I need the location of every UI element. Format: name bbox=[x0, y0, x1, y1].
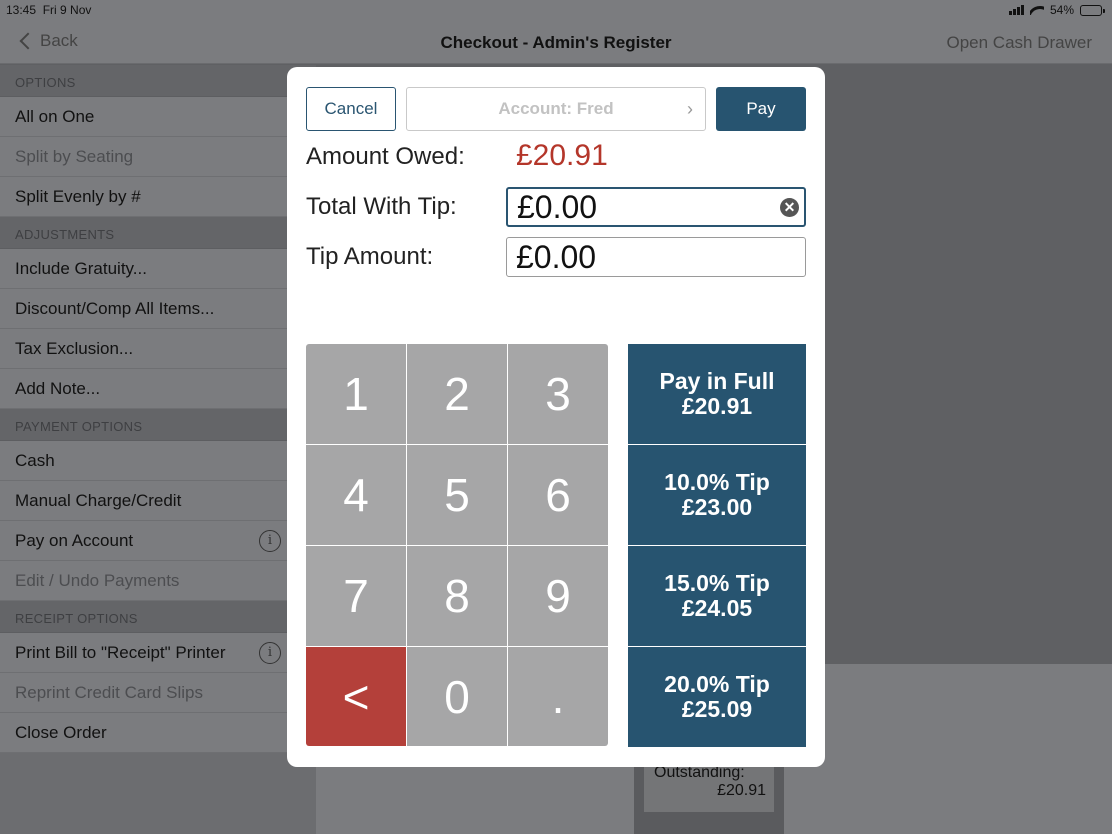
sidebar-item-all-on-one[interactable]: All on One bbox=[0, 97, 316, 137]
sidebar-item-pay-on-account[interactable]: Pay on Account i bbox=[0, 521, 316, 561]
account-label: Account: Fred bbox=[498, 99, 614, 118]
sidebar-item-tax-exclusion[interactable]: Tax Exclusion... bbox=[0, 329, 316, 369]
sidebar-item-label: Cash bbox=[15, 451, 55, 470]
tip-amount-value: £0.00 bbox=[516, 239, 597, 275]
sidebar-item-print-bill-to-receipt-printer[interactable]: Print Bill to "Receipt" Printer i bbox=[0, 633, 316, 673]
sidebar-item-cash[interactable]: Cash bbox=[0, 441, 316, 481]
quick-button-title: 15.0% Tip bbox=[664, 570, 770, 596]
keypad-key-3[interactable]: 3 bbox=[508, 344, 608, 444]
sidebar-item-close-order[interactable]: Close Order bbox=[0, 713, 316, 753]
20-0-tip-button[interactable]: 20.0% Tip £25.09 bbox=[628, 647, 806, 747]
clear-icon[interactable]: ✕ bbox=[780, 198, 799, 217]
sidebar-item-label: Manual Charge/Credit bbox=[15, 491, 182, 510]
cellular-signal-icon bbox=[1008, 5, 1024, 15]
total-with-tip-field[interactable]: £0.00 ✕ bbox=[506, 187, 806, 227]
sidebar-item-label: All on One bbox=[15, 107, 95, 126]
quick-button-title: 10.0% Tip bbox=[664, 469, 770, 495]
keypad-key-6[interactable]: 6 bbox=[508, 445, 608, 545]
keypad-key-5[interactable]: 5 bbox=[407, 445, 507, 545]
sidebar-item-label: Tax Exclusion... bbox=[15, 339, 134, 358]
keypad-key-2[interactable]: 2 bbox=[407, 344, 507, 444]
status-time-date: 13:45 Fri 9 Nov bbox=[6, 3, 91, 17]
status-date: Fri 9 Nov bbox=[42, 3, 92, 17]
section-header: ADJUSTMENTS bbox=[0, 217, 316, 249]
sidebar-item-split-by-seating: Split by Seating bbox=[0, 137, 316, 177]
page-title: Checkout - Admin's Register bbox=[440, 33, 672, 52]
sidebar-item-label: Split Evenly by # bbox=[15, 187, 141, 206]
quick-button-amount: £20.91 bbox=[681, 393, 753, 419]
outstanding-box: Outstanding: £20.91 bbox=[644, 760, 774, 812]
pay-button[interactable]: Pay bbox=[716, 87, 806, 131]
amount-owed-label: Amount Owed: bbox=[306, 143, 465, 170]
quick-button-amount: £25.09 bbox=[681, 696, 753, 722]
10-0-tip-button[interactable]: 10.0% Tip £23.00 bbox=[628, 445, 806, 545]
quick-button-title: Pay in Full bbox=[659, 368, 775, 394]
cancel-button[interactable]: Cancel bbox=[306, 87, 396, 131]
keypad-key-7[interactable]: 7 bbox=[306, 546, 406, 646]
info-icon[interactable]: i bbox=[259, 642, 281, 664]
section-header: PAYMENT OPTIONS bbox=[0, 409, 316, 441]
numeric-keypad: 1 2 3 4 5 6 7 8 9 <0. bbox=[306, 344, 608, 746]
battery-percent: 54% bbox=[1049, 3, 1074, 17]
keypad-key-4[interactable]: 4 bbox=[306, 445, 406, 545]
keypad-key-8[interactable]: 8 bbox=[407, 546, 507, 646]
status-time: 13:45 bbox=[6, 3, 37, 17]
sidebar-item-manual-charge-credit[interactable]: Manual Charge/Credit bbox=[0, 481, 316, 521]
sidebar-item-label: Print Bill to "Receipt" Printer bbox=[15, 643, 226, 662]
sidebar-item-reprint-credit-card-slips: Reprint Credit Card Slips bbox=[0, 673, 316, 713]
status-bar: 13:45 Fri 9 Nov 54% bbox=[0, 0, 1112, 20]
sidebar-item-edit-undo-payments: Edit / Undo Payments bbox=[0, 561, 316, 601]
amount-owed-value: £20.91 bbox=[516, 139, 608, 172]
quick-button-amount: £24.05 bbox=[681, 595, 753, 621]
total-with-tip-label: Total With Tip: bbox=[306, 193, 457, 220]
15-0-tip-button[interactable]: 15.0% Tip £24.05 bbox=[628, 546, 806, 646]
sidebar-item-label: Reprint Credit Card Slips bbox=[15, 683, 204, 702]
keypad-key-1[interactable]: 1 bbox=[306, 344, 406, 444]
payment-modal: Cancel Account: Fred › Pay Amount Owed: … bbox=[287, 67, 825, 767]
quick-button-title: 20.0% Tip bbox=[664, 671, 770, 697]
quick-button-amount: £23.00 bbox=[681, 494, 753, 520]
section-header: RECEIPT OPTIONS bbox=[0, 601, 316, 633]
section-header: OPTIONS bbox=[0, 65, 316, 97]
wifi-icon bbox=[1030, 5, 1044, 15]
sidebar-item-label: Close Order bbox=[15, 723, 107, 742]
sidebar-item-include-gratuity[interactable]: Include Gratuity... bbox=[0, 249, 316, 289]
outstanding-amount: £20.91 bbox=[717, 782, 766, 799]
account-selector[interactable]: Account: Fred › bbox=[406, 87, 706, 131]
chevron-right-icon: › bbox=[687, 99, 693, 119]
tip-amount-field[interactable]: £0.00 bbox=[506, 237, 806, 277]
sidebar-item-discount-comp-all-items[interactable]: Discount/Comp All Items... bbox=[0, 289, 316, 329]
pay-in-full-button[interactable]: Pay in Full £20.91 bbox=[628, 344, 806, 444]
sidebar-item-label: Pay on Account bbox=[15, 531, 134, 550]
sidebar-item-label: Add Note... bbox=[15, 379, 101, 398]
sidebar-item-label: Edit / Undo Payments bbox=[15, 571, 180, 590]
options-sidebar: OPTIONS All on One Split by Seating Split E… bbox=[0, 65, 316, 834]
keypad-key-0[interactable]: 0 bbox=[407, 647, 507, 746]
keypad-key-9[interactable]: 9 bbox=[508, 546, 608, 646]
sidebar-item-split-evenly-by[interactable]: Split Evenly by # bbox=[0, 177, 316, 217]
sidebar-item-label: Include Gratuity... bbox=[15, 259, 147, 278]
sidebar-item-label: Discount/Comp All Items... bbox=[15, 299, 215, 318]
sidebar-item-label: Split by Seating bbox=[15, 147, 134, 166]
battery-icon bbox=[1080, 4, 1105, 16]
keypad-key-backspace[interactable]: < bbox=[306, 647, 406, 746]
sidebar-item-add-note[interactable]: Add Note... bbox=[0, 369, 316, 409]
open-cash-drawer-button[interactable]: Open Cash Drawer bbox=[946, 33, 1092, 53]
navigation-bar: Back Checkout - Admin's Register Open Ca… bbox=[0, 20, 1112, 64]
tip-amount-label: Tip Amount: bbox=[306, 243, 434, 270]
options-list: OPTIONS All on One Split by Seating Split E… bbox=[0, 65, 316, 753]
keypad-key-decimal[interactable]: . bbox=[508, 647, 608, 746]
total-with-tip-value: £0.00 bbox=[517, 189, 598, 225]
info-icon[interactable]: i bbox=[259, 530, 281, 552]
